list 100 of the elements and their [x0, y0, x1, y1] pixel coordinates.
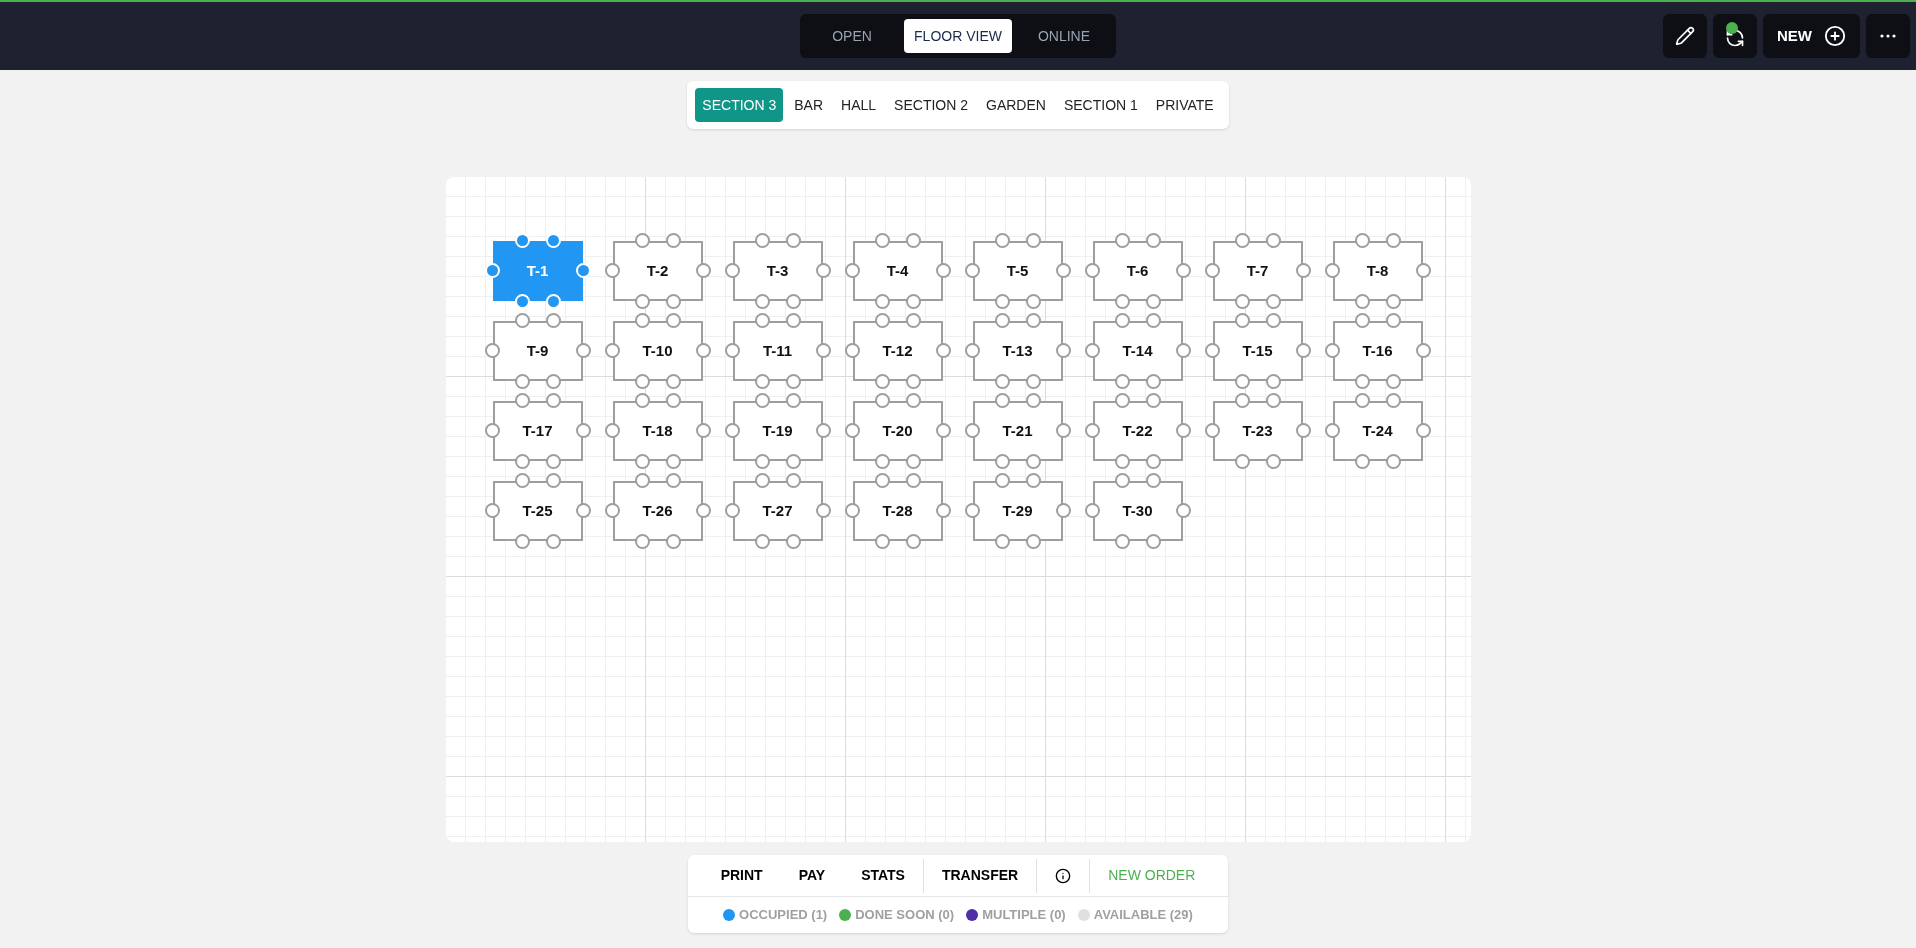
- table[interactable]: T-6: [1092, 241, 1183, 301]
- table[interactable]: T-21: [972, 401, 1063, 461]
- table[interactable]: T-13: [972, 321, 1063, 381]
- table-label: T-16: [1362, 340, 1393, 361]
- table[interactable]: T-16: [1332, 321, 1423, 381]
- table-label: T-11: [762, 340, 793, 361]
- table-label: T-12: [882, 340, 913, 361]
- section-tab[interactable]: SECTION 1: [1056, 88, 1145, 122]
- table[interactable]: T-3: [732, 241, 823, 301]
- table-label: T-4: [886, 260, 909, 281]
- section-tab[interactable]: GARDEN: [979, 88, 1053, 122]
- section-tab[interactable]: HALL: [834, 88, 884, 122]
- table[interactable]: T-18: [612, 401, 703, 461]
- edit-button[interactable]: [1663, 14, 1707, 58]
- seat-marker: [964, 343, 980, 358]
- table[interactable]: T-24: [1332, 401, 1423, 461]
- seat-marker: [724, 503, 740, 518]
- table[interactable]: T-4: [852, 241, 943, 301]
- table-label: T-8: [1366, 260, 1389, 281]
- table-label: T-28: [882, 500, 913, 521]
- seat-marker: [844, 423, 860, 438]
- table[interactable]: T-2: [612, 241, 703, 301]
- table[interactable]: T-19: [732, 401, 823, 461]
- seat-marker: [1324, 343, 1340, 358]
- mode-tab[interactable]: ONLINE: [1019, 19, 1108, 53]
- table[interactable]: T-22: [1092, 401, 1183, 461]
- table-label: T-21: [1002, 420, 1033, 441]
- pencil-icon: [1675, 26, 1695, 46]
- seat-marker: [604, 423, 620, 438]
- table[interactable]: T-10: [612, 321, 703, 381]
- table[interactable]: T-26: [612, 481, 703, 541]
- seat-marker: [724, 263, 740, 278]
- seat-marker: [484, 503, 500, 518]
- table-label: T-13: [1002, 340, 1033, 361]
- seat-marker: [1084, 263, 1100, 278]
- sync-button[interactable]: [1713, 14, 1757, 58]
- refresh-icon: [1725, 28, 1745, 48]
- table-label: T-1: [526, 260, 549, 281]
- table[interactable]: T-30: [1092, 481, 1183, 541]
- table[interactable]: T-28: [852, 481, 943, 541]
- table[interactable]: T-9: [492, 321, 583, 381]
- table[interactable]: T-7: [1212, 241, 1303, 301]
- seat-marker: [1084, 423, 1100, 438]
- seat-marker: [484, 423, 500, 438]
- table[interactable]: T-5: [972, 241, 1063, 301]
- section-tab[interactable]: BAR: [787, 88, 831, 122]
- table[interactable]: T-23: [1212, 401, 1303, 461]
- table-label: T-30: [1122, 500, 1153, 521]
- table-label: T-10: [642, 340, 673, 361]
- section-tab[interactable]: SECTION 2: [887, 88, 975, 122]
- plus-icon: [1824, 25, 1846, 47]
- seat-marker: [604, 263, 620, 278]
- table-label: T-23: [1242, 420, 1273, 441]
- table[interactable]: T-27: [732, 481, 823, 541]
- table-label: T-22: [1122, 420, 1153, 441]
- action-button[interactable]: TRANSFER: [923, 858, 1037, 893]
- seat-marker: [844, 503, 860, 518]
- legend-label: MULTIPLE (0): [982, 906, 1066, 925]
- table-label: T-14: [1122, 340, 1153, 361]
- table-label: T-18: [642, 420, 673, 441]
- table[interactable]: T-11: [732, 321, 823, 381]
- table[interactable]: T-12: [852, 321, 943, 381]
- seat-marker: [1084, 343, 1100, 358]
- table-label: T-19: [762, 420, 793, 441]
- seat-marker: [484, 343, 500, 358]
- table-label: T-2: [646, 260, 669, 281]
- seat-marker: [964, 503, 980, 518]
- seat-marker: [964, 423, 980, 438]
- table[interactable]: T-14: [1092, 321, 1183, 381]
- info-icon: [1055, 867, 1072, 884]
- table[interactable]: T-8: [1332, 241, 1423, 301]
- table-label: T-27: [762, 500, 793, 521]
- section-tab[interactable]: PRIVATE: [1148, 88, 1221, 122]
- seat-marker: [1204, 343, 1220, 358]
- mode-tab[interactable]: OPEN: [808, 19, 897, 53]
- table[interactable]: T-25: [492, 481, 583, 541]
- seat-marker: [1204, 263, 1220, 278]
- table[interactable]: T-17: [492, 401, 583, 461]
- new-button[interactable]: NEW: [1763, 14, 1860, 58]
- seat-marker: [604, 343, 620, 358]
- seat-marker: [484, 263, 500, 278]
- table-label: T-6: [1126, 260, 1149, 281]
- seat-marker: [964, 263, 980, 278]
- action-button[interactable]: PRINT: [702, 858, 781, 893]
- mode-tab[interactable]: FLOOR VIEW: [904, 19, 1012, 53]
- section-tab[interactable]: SECTION 3: [695, 88, 784, 122]
- table-label: T-15: [1242, 340, 1273, 361]
- table-label: T-25: [522, 500, 553, 521]
- seat-marker: [1324, 423, 1340, 438]
- table-label: T-24: [1362, 420, 1393, 441]
- table[interactable]: T-29: [972, 481, 1063, 541]
- table-label: T-26: [642, 500, 673, 521]
- table-label: T-3: [766, 260, 789, 281]
- action-button[interactable]: STATS: [843, 858, 923, 893]
- table[interactable]: T-20: [852, 401, 943, 461]
- seat-marker: [604, 503, 620, 518]
- action-button[interactable]: PAY: [780, 858, 844, 893]
- table[interactable]: T-15: [1212, 321, 1303, 381]
- seat-marker: [724, 423, 740, 438]
- legend-label: DONE SOON (0): [855, 906, 955, 925]
